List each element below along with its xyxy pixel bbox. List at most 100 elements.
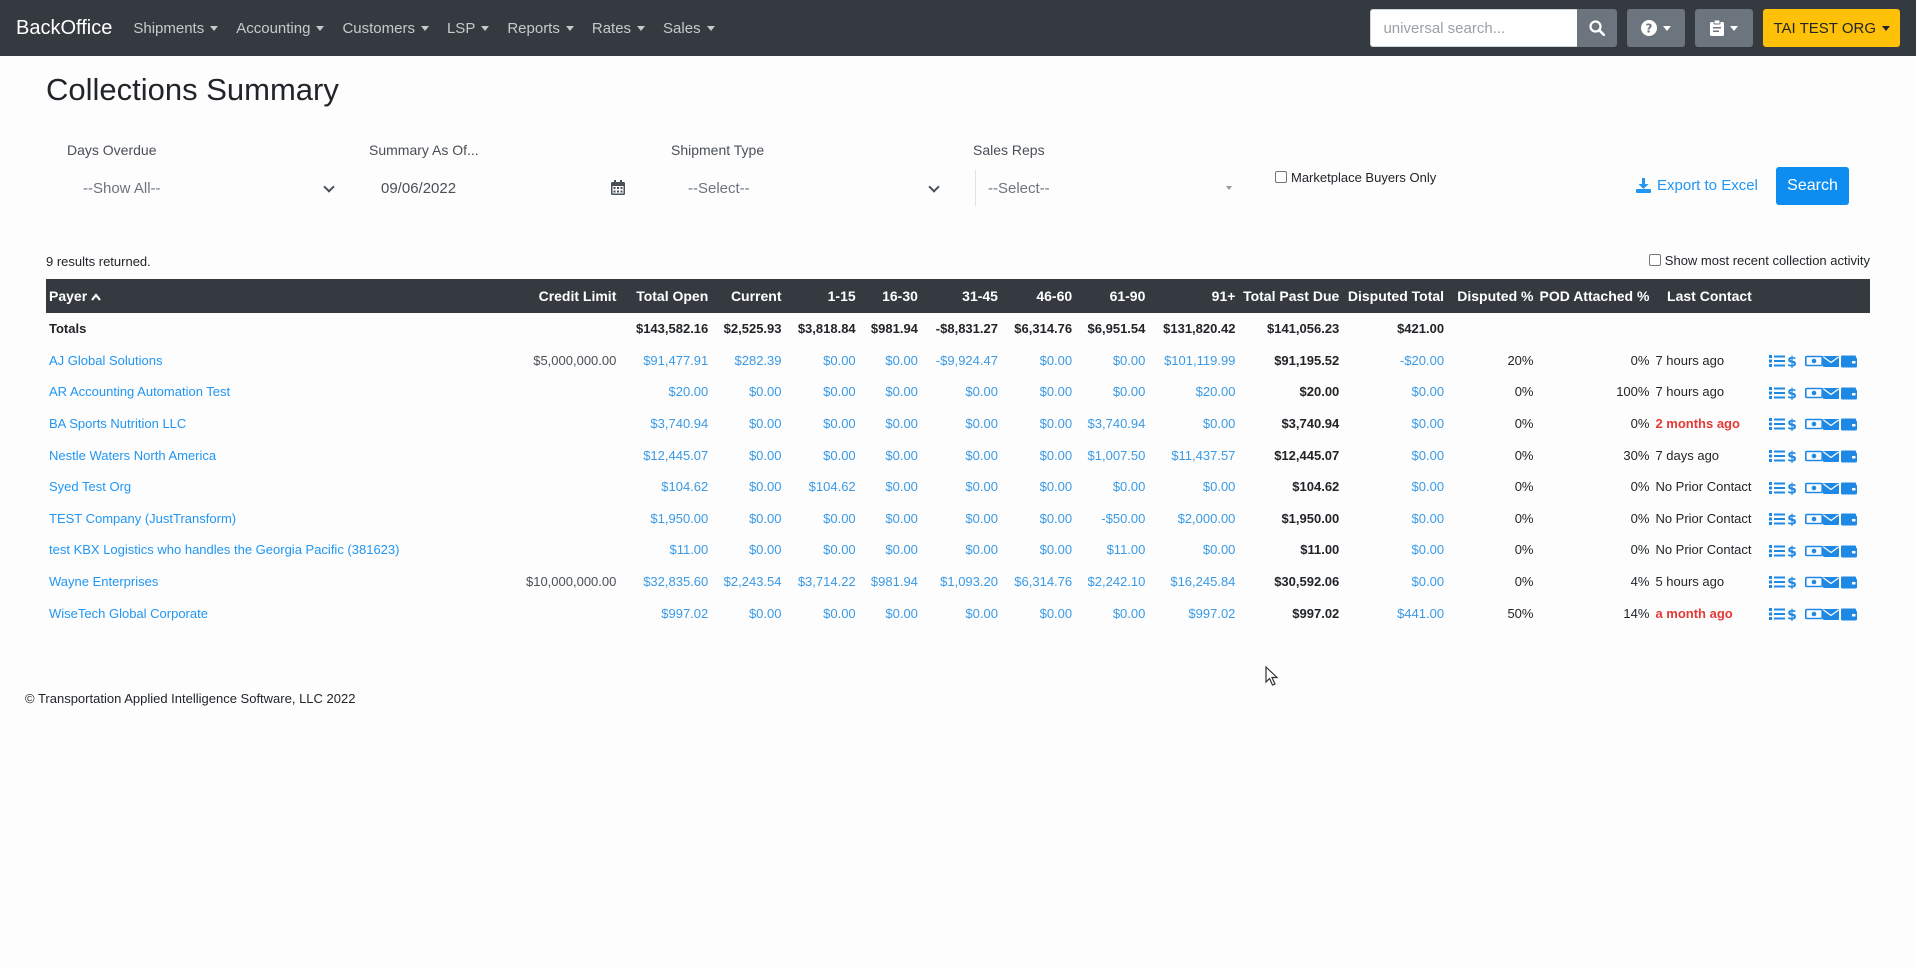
cell-total-open[interactable]: $91,477.91 <box>619 345 711 377</box>
cell-disputed-total[interactable]: $0.00 <box>1342 566 1447 598</box>
cell-total-open[interactable]: $997.02 <box>619 597 711 629</box>
cell-16-30[interactable]: $0.00 <box>859 345 921 377</box>
nav-accounting[interactable]: Accounting <box>227 20 333 37</box>
cell-disputed-total[interactable]: $0.00 <box>1342 503 1447 535</box>
cell-1-15[interactable]: $0.00 <box>785 439 859 471</box>
recent-activity-checkbox[interactable] <box>1648 254 1661 266</box>
cell-61-90[interactable]: $0.00 <box>1075 345 1148 377</box>
wallet-icon[interactable] <box>1841 386 1858 400</box>
cell-disputed-total[interactable]: $0.00 <box>1342 408 1447 440</box>
payer-link[interactable]: AJ Global Solutions <box>46 345 522 377</box>
payer-link[interactable]: Wayne Enterprises <box>46 566 522 598</box>
cell-disputed-total[interactable]: $0.00 <box>1342 471 1447 503</box>
org-dropdown-button[interactable]: TAI TEST ORG <box>1763 9 1900 47</box>
cell-disputed-total[interactable]: -$20.00 <box>1342 345 1447 377</box>
dollar-icon[interactable]: $ <box>1787 512 1803 529</box>
shipment-type-select[interactable]: --Select-- <box>676 170 942 206</box>
cell-16-30[interactable]: $0.00 <box>859 376 921 408</box>
list-icon[interactable] <box>1769 575 1786 589</box>
money-bill-icon[interactable] <box>1805 449 1824 463</box>
cell-current[interactable]: $0.00 <box>711 503 784 535</box>
payer-link[interactable]: TEST Company (JustTransform) <box>46 503 522 535</box>
calendar-icon[interactable] <box>611 180 625 195</box>
cell-31-45[interactable]: $1,093.20 <box>921 566 1001 598</box>
envelope-icon[interactable] <box>1823 607 1840 621</box>
header-31-45[interactable]: 31-45 <box>920 279 1001 313</box>
cell-disputed-total[interactable]: $0.00 <box>1342 439 1447 471</box>
dollar-icon[interactable]: $ <box>1787 575 1803 592</box>
cell-61-90[interactable]: $3,740.94 <box>1075 408 1148 440</box>
header-1-15[interactable]: 1-15 <box>784 279 859 313</box>
cell-1-15[interactable]: $0.00 <box>785 345 859 377</box>
payer-link[interactable]: Nestle Waters North America <box>46 439 522 471</box>
cell-total-open[interactable]: $20.00 <box>619 376 711 408</box>
cell-current[interactable]: $0.00 <box>711 534 784 566</box>
header-credit-limit[interactable]: Credit Limit <box>522 279 620 313</box>
envelope-icon[interactable] <box>1823 512 1840 526</box>
cell-91-plus[interactable]: $101,119.99 <box>1148 345 1238 377</box>
brand-logo[interactable]: BackOffice <box>16 17 112 40</box>
cell-current[interactable]: $0.00 <box>711 597 784 629</box>
list-icon[interactable] <box>1769 417 1786 431</box>
wallet-icon[interactable] <box>1841 512 1858 526</box>
cell-31-45[interactable]: $0.00 <box>921 503 1001 535</box>
marketplace-checkbox[interactable] <box>1275 171 1287 183</box>
cell-current[interactable]: $2,243.54 <box>711 566 784 598</box>
clipboard-dropdown-button[interactable] <box>1695 9 1754 47</box>
cell-current[interactable]: $0.00 <box>711 408 784 440</box>
money-bill-icon[interactable] <box>1805 575 1824 589</box>
dollar-icon[interactable]: $ <box>1787 481 1803 497</box>
cell-31-45[interactable]: $0.00 <box>921 471 1001 503</box>
dollar-icon[interactable]: $ <box>1787 354 1803 371</box>
cell-1-15[interactable]: $104.62 <box>785 471 859 503</box>
money-bill-icon[interactable] <box>1805 481 1824 495</box>
money-bill-icon[interactable] <box>1805 354 1824 368</box>
cell-current[interactable]: $0.00 <box>711 471 784 503</box>
envelope-icon[interactable] <box>1823 417 1840 431</box>
marketplace-buyers-toggle[interactable]: Marketplace Buyers Only <box>1275 170 1436 185</box>
sales-reps-select[interactable]: --Select-- <box>975 170 1238 206</box>
header-current[interactable]: Current <box>711 279 785 313</box>
header-last-contact[interactable]: Last Contact <box>1652 279 1767 313</box>
cell-46-60[interactable]: $0.00 <box>1001 503 1075 535</box>
wallet-icon[interactable] <box>1841 449 1858 463</box>
cell-total-open[interactable]: $32,835.60 <box>619 566 711 598</box>
money-bill-icon[interactable] <box>1805 512 1824 526</box>
export-to-excel-link[interactable]: Export to Excel <box>1636 177 1758 194</box>
header-91-plus[interactable]: 91+ <box>1148 279 1239 313</box>
cell-61-90[interactable]: $0.00 <box>1075 471 1148 503</box>
universal-search-button[interactable] <box>1577 9 1618 47</box>
cell-31-45[interactable]: $0.00 <box>921 534 1001 566</box>
dollar-icon[interactable]: $ <box>1787 386 1803 402</box>
payer-link[interactable]: WiseTech Global Corporate <box>46 597 522 629</box>
list-icon[interactable] <box>1769 512 1786 526</box>
nav-sales[interactable]: Sales <box>654 20 724 37</box>
cell-disputed-total[interactable]: $0.00 <box>1342 376 1447 408</box>
cell-16-30[interactable]: $0.00 <box>859 534 921 566</box>
nav-lsp[interactable]: LSP <box>438 20 498 37</box>
header-pod-attached-pct[interactable]: POD Attached % <box>1536 279 1653 313</box>
cell-46-60[interactable]: $0.00 <box>1001 408 1075 440</box>
header-16-30[interactable]: 16-30 <box>858 279 921 313</box>
cell-91-plus[interactable]: $2,000.00 <box>1148 503 1238 535</box>
cell-91-plus[interactable]: $16,245.84 <box>1148 566 1238 598</box>
days-overdue-select[interactable]: --Show All-- <box>71 170 337 206</box>
cell-46-60[interactable]: $0.00 <box>1001 439 1075 471</box>
recent-activity-toggle[interactable]: Show most recent collection activity <box>1648 253 1870 268</box>
money-bill-icon[interactable] <box>1805 417 1824 431</box>
payer-link[interactable]: AR Accounting Automation Test <box>46 376 522 408</box>
cell-1-15[interactable]: $0.00 <box>785 503 859 535</box>
header-disputed-total[interactable]: Disputed Total <box>1342 279 1448 313</box>
nav-rates[interactable]: Rates <box>583 20 654 37</box>
cell-total-open[interactable]: $11.00 <box>619 534 711 566</box>
list-icon[interactable] <box>1769 449 1786 463</box>
cell-31-45[interactable]: $0.00 <box>921 376 1001 408</box>
nav-shipments[interactable]: Shipments <box>124 20 227 37</box>
dollar-icon[interactable]: $ <box>1787 544 1803 560</box>
cell-1-15[interactable]: $3,714.22 <box>785 566 859 598</box>
cell-total-open[interactable]: $104.62 <box>619 471 711 503</box>
cell-91-plus[interactable]: $997.02 <box>1148 597 1238 629</box>
envelope-icon[interactable] <box>1823 544 1840 558</box>
cell-16-30[interactable]: $0.00 <box>859 503 921 535</box>
list-icon[interactable] <box>1769 386 1786 400</box>
